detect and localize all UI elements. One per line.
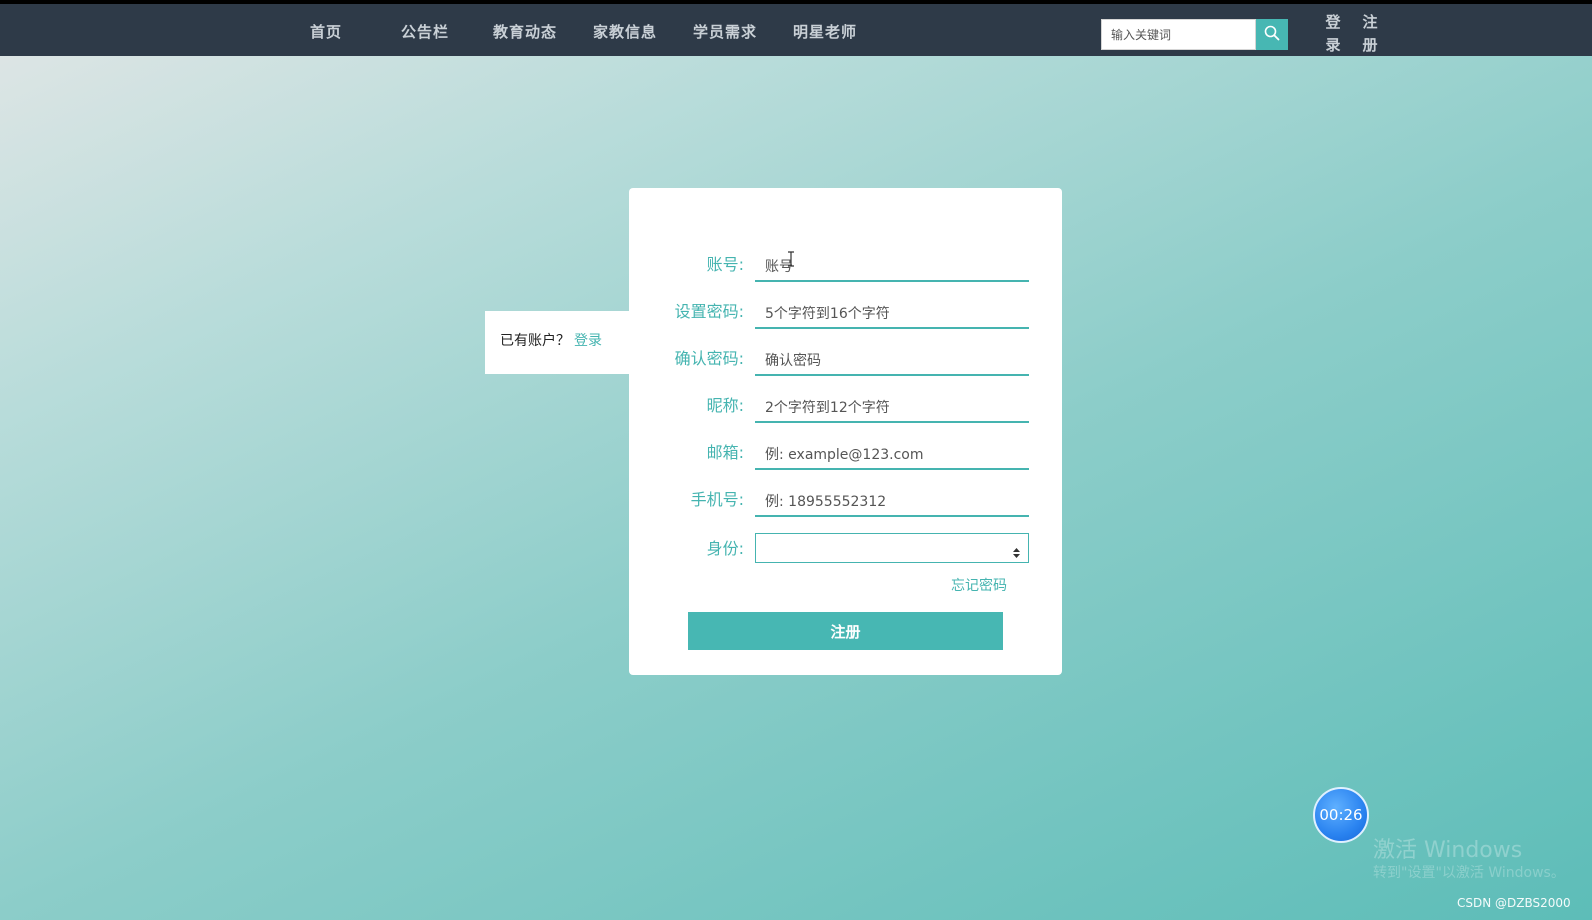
login-hint-panel: 已有账户？ 登录 bbox=[485, 311, 630, 374]
account-input[interactable] bbox=[755, 248, 1029, 282]
form-row-account: 账号: bbox=[629, 245, 1062, 285]
nav-item-student-needs[interactable]: 学员需求 bbox=[693, 21, 757, 42]
search-icon bbox=[1264, 25, 1280, 45]
nickname-label: 昵称: bbox=[706, 396, 744, 415]
windows-activation-watermark-title: 激活 Windows bbox=[1373, 838, 1523, 863]
phone-label: 手机号: bbox=[690, 490, 744, 509]
form-row-phone: 手机号: bbox=[629, 480, 1062, 520]
email-input[interactable] bbox=[755, 436, 1029, 470]
identity-select[interactable] bbox=[755, 533, 1029, 563]
register-submit-button[interactable]: 注册 bbox=[688, 612, 1003, 650]
forgot-password-link[interactable]: 忘记密码 bbox=[951, 575, 1007, 595]
login-hint-link[interactable]: 登录 bbox=[574, 333, 602, 349]
login-link-char-2: 录 bbox=[1325, 36, 1341, 54]
nav-item-tutor-info[interactable]: 家教信息 bbox=[593, 21, 657, 42]
identity-label: 身份: bbox=[706, 539, 744, 558]
confirm-password-label: 确认密码: bbox=[674, 349, 744, 368]
register-form-card: 账号: 设置密码: 确认密码: 昵称: 邮箱: 手机号: 身份: 忘记密码 注册 bbox=[629, 188, 1062, 675]
confirm-password-input[interactable] bbox=[755, 342, 1029, 376]
search-button[interactable] bbox=[1256, 19, 1288, 50]
email-label: 邮箱: bbox=[706, 443, 744, 462]
phone-input[interactable] bbox=[755, 483, 1029, 517]
account-label: 账号: bbox=[706, 255, 744, 274]
select-arrows-icon bbox=[1013, 543, 1020, 562]
text-cursor-icon bbox=[787, 251, 795, 271]
form-row-identity: 身份: bbox=[629, 533, 1062, 573]
nickname-input[interactable] bbox=[755, 389, 1029, 423]
register-link-char-1: 注 bbox=[1362, 13, 1378, 31]
form-row-nickname: 昵称: bbox=[629, 386, 1062, 426]
form-row-confirm-password: 确认密码: bbox=[629, 339, 1062, 379]
password-input[interactable] bbox=[755, 295, 1029, 329]
search-input[interactable] bbox=[1102, 20, 1256, 49]
register-link[interactable]: 注 册 bbox=[1360, 11, 1380, 57]
form-row-email: 邮箱: bbox=[629, 433, 1062, 473]
register-link-char-2: 册 bbox=[1362, 36, 1378, 54]
recording-timer[interactable]: 00:26 bbox=[1313, 787, 1369, 843]
password-label: 设置密码: bbox=[674, 302, 744, 321]
login-link[interactable]: 登 录 bbox=[1323, 11, 1343, 57]
nav-item-home[interactable]: 首页 bbox=[310, 21, 342, 42]
navbar: 首页 公告栏 教育动态 家教信息 学员需求 明星老师 登 录 注 册 bbox=[0, 4, 1592, 56]
form-row-password: 设置密码: bbox=[629, 292, 1062, 332]
windows-activation-watermark-subtitle: 转到"设置"以激活 Windows。 bbox=[1373, 865, 1565, 881]
login-link-char-1: 登 bbox=[1325, 13, 1341, 31]
csdn-credit: CSDN @DZBS2000 bbox=[1457, 896, 1571, 910]
nav-item-star-teachers[interactable]: 明星老师 bbox=[793, 21, 857, 42]
login-hint-text: 已有账户？ bbox=[500, 333, 570, 349]
search-box bbox=[1101, 19, 1256, 50]
nav-item-education-news[interactable]: 教育动态 bbox=[493, 21, 557, 42]
nav-item-bulletin[interactable]: 公告栏 bbox=[401, 21, 449, 42]
